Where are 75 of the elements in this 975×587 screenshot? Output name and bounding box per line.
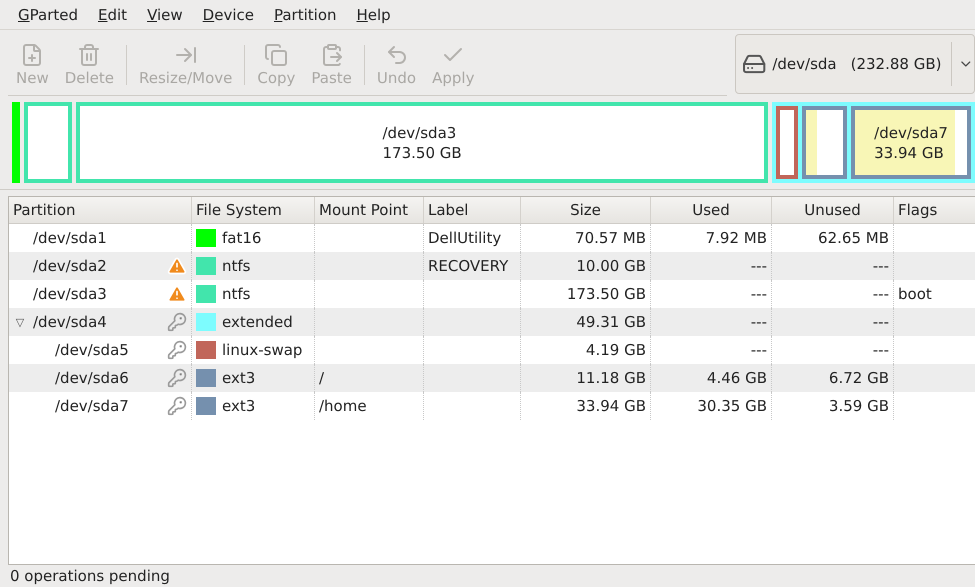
table-cell: --- (750, 285, 767, 303)
table-cell: --- (750, 257, 767, 275)
partition-name: /dev/sda4 (33, 313, 108, 331)
partition-name: /dev/sda2 (33, 257, 108, 275)
table-cell: 4.46 GB (706, 369, 767, 387)
menu-item[interactable]: Device (194, 6, 262, 29)
menu-item[interactable]: View (139, 6, 191, 29)
partition-name: /dev/sda7 (55, 397, 130, 415)
partition-name: /dev/sda1 (33, 229, 108, 247)
partition-map-label: /dev/sda3 173.50 GB (382, 122, 462, 162)
trash-icon (77, 42, 102, 66)
column-header[interactable]: Flags (893, 197, 975, 223)
table-cell: --- (872, 313, 889, 331)
menu-item[interactable]: GParted (10, 6, 86, 29)
warning-icon (167, 256, 187, 276)
table-cell: DellUtility (428, 229, 502, 247)
column-header[interactable]: Unused (771, 197, 893, 223)
menu-item[interactable]: Edit (90, 6, 136, 29)
key-icon (167, 396, 187, 416)
partition-block[interactable] (802, 106, 848, 179)
filesystem-name: fat16 (222, 229, 262, 247)
device-selector[interactable]: /dev/sda (232.88 GB) (735, 34, 975, 94)
key-icon (167, 340, 187, 360)
table-cell: --- (750, 313, 767, 331)
table-cell: 30.35 GB (697, 397, 767, 415)
partition-name: /dev/sda5 (55, 341, 130, 359)
device-size: (232.88 GB) (850, 55, 942, 73)
partition-block[interactable]: /dev/sda7 33.94 GB (851, 106, 971, 179)
filesystem-name: ext3 (222, 397, 256, 415)
table-cell: 70.57 MB (575, 229, 646, 247)
column-header[interactable]: Size (520, 197, 650, 223)
table-cell: 3.59 GB (828, 397, 889, 415)
column-header[interactable]: Used (650, 197, 771, 223)
column-header[interactable]: File System (191, 197, 314, 223)
table-cell: 11.18 GB (576, 369, 646, 387)
table-cell: 10.00 GB (576, 257, 646, 275)
table-cell: --- (872, 341, 889, 359)
warning-icon (167, 284, 187, 304)
column-header[interactable]: Partition (9, 197, 191, 223)
column-header[interactable]: Label (423, 197, 520, 223)
table-cell: 6.72 GB (828, 369, 889, 387)
copy-icon (264, 42, 288, 66)
table-cell: RECOVERY (428, 257, 508, 275)
partition-block[interactable] (776, 106, 798, 179)
key-icon (167, 312, 187, 332)
table-cell: 173.50 GB (566, 285, 646, 303)
used-space-fill (806, 110, 818, 175)
filesystem-name: linux-swap (222, 341, 302, 359)
filesystem-name: ntfs (222, 257, 250, 275)
filesystem-name: ext3 (222, 369, 256, 387)
table-cell: /home (319, 397, 367, 415)
table-cell: --- (750, 341, 767, 359)
table-cell: 4.19 GB (586, 341, 646, 359)
key-icon (167, 368, 187, 388)
table-cell: --- (872, 285, 889, 303)
menu-item[interactable]: Help (348, 6, 399, 29)
partition-map-label: /dev/sda7 33.94 GB (874, 122, 948, 162)
table-cell: / (319, 369, 324, 387)
menu-item[interactable]: Partition (266, 6, 344, 29)
filesystem-name: extended (222, 313, 293, 331)
expander-arrow[interactable]: ▽ (13, 316, 27, 328)
partition-name: /dev/sda3 (33, 285, 108, 303)
column-header[interactable]: Mount Point (314, 197, 423, 223)
table-cell: boot (898, 285, 932, 303)
table-cell: 62.65 MB (818, 229, 889, 247)
table-cell: 33.94 GB (576, 397, 646, 415)
partition-block[interactable]: /dev/sda3 173.50 GB (76, 102, 768, 183)
table-cell: --- (872, 257, 889, 275)
status-text: 0 operations pending (9, 566, 171, 587)
table-cell: 7.92 MB (706, 229, 767, 247)
filesystem-name: ntfs (222, 285, 250, 303)
device-name: /dev/sda (772, 55, 837, 73)
table-cell: 49.31 GB (576, 313, 646, 331)
partition-name: /dev/sda6 (55, 369, 130, 387)
extended-partition-block[interactable]: /dev/sda7 33.94 GB (772, 102, 975, 183)
